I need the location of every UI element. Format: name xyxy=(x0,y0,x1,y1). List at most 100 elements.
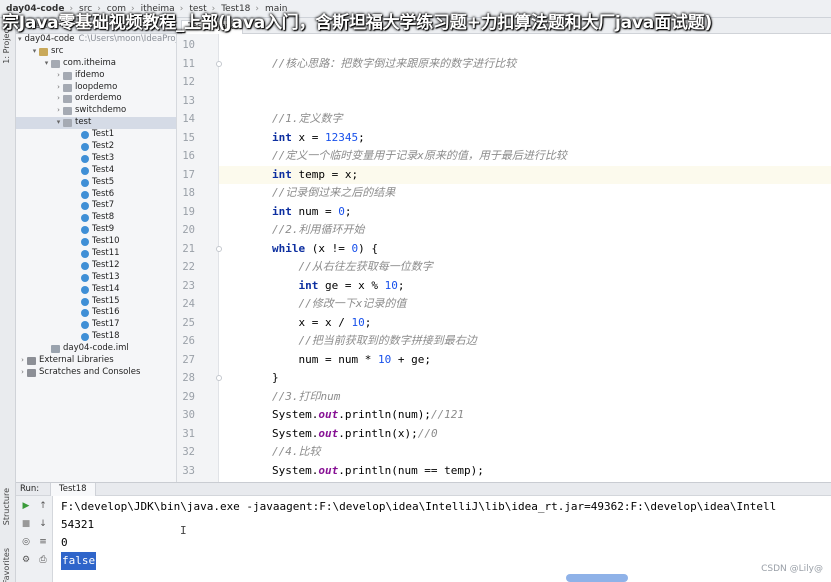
tree-item-label: Test4 xyxy=(92,164,115,175)
tree-item[interactable]: Test1 xyxy=(16,129,176,141)
stop-icon[interactable]: ■ xyxy=(20,518,32,530)
code-line[interactable]: int num = 0; xyxy=(219,203,831,222)
tree-item[interactable]: Test11 xyxy=(16,248,176,260)
tree-item[interactable]: Test9 xyxy=(16,224,176,236)
code-line[interactable]: System.out.println(num == temp); xyxy=(219,462,831,481)
tree-item[interactable]: Test3 xyxy=(16,153,176,165)
fold-marker-icon[interactable] xyxy=(216,245,222,252)
code-token: .println(num == temp); xyxy=(338,463,484,477)
code-token: System. xyxy=(219,408,319,421)
tree-item[interactable]: › External Libraries xyxy=(16,355,176,367)
java-class-icon xyxy=(81,297,89,306)
libraries-icon xyxy=(27,356,36,365)
tree-item[interactable]: Test7 xyxy=(16,200,176,212)
tree-item[interactable]: Test18 xyxy=(16,331,176,343)
code-line[interactable]: //修改一下x记录的值 xyxy=(219,295,831,314)
code-line[interactable]: //核心思路：把数字倒过来跟原来的数字进行比较 xyxy=(219,55,831,74)
soft-wrap-icon[interactable]: ≡ xyxy=(37,536,49,548)
java-class-icon xyxy=(81,190,89,199)
code-line[interactable]: int ge = x % 10; xyxy=(219,277,831,296)
tree-item[interactable]: › loopdemo xyxy=(16,82,176,94)
code-token: System. xyxy=(219,463,319,477)
camera-icon[interactable]: ◎ xyxy=(20,536,32,548)
tree-item[interactable]: Test17 xyxy=(16,319,176,331)
fold-marker-icon[interactable] xyxy=(216,375,222,381)
tree-item[interactable]: ▾ com.itheima xyxy=(16,58,176,70)
code-line[interactable]: //从右往左获取每一位数字 xyxy=(219,258,831,277)
code-line[interactable]: //定义一个临时变量用于记录x原来的值，用于最后进行比较 xyxy=(219,147,831,166)
code-line[interactable]: //4.比较 xyxy=(219,443,831,462)
tree-item-label: Test15 xyxy=(92,295,120,306)
print-icon[interactable]: ⎙ xyxy=(37,554,49,566)
project-panel: Project ▾ day04-code C:\Users\moon\IdeaPro… xyxy=(16,18,177,482)
tree-item[interactable]: Test15 xyxy=(16,296,176,308)
settings-icon[interactable]: ⚙ xyxy=(20,554,32,566)
package-icon xyxy=(63,107,72,116)
tree-item-label: Test14 xyxy=(92,283,120,294)
code-line[interactable]: //3.打印num xyxy=(219,388,831,407)
arrow-down-icon[interactable]: ↓ xyxy=(37,518,49,530)
tree-item[interactable]: Test14 xyxy=(16,284,176,296)
run-icon[interactable]: ▶ xyxy=(20,500,32,512)
favorites-tool-label[interactable]: Favorites xyxy=(2,548,11,582)
code-line[interactable]: //2.利用循环开始 xyxy=(219,221,831,240)
code-line[interactable]: System.out.println(x);//0 xyxy=(219,425,831,444)
line-number: 26 xyxy=(182,335,195,347)
java-class-icon xyxy=(81,166,89,175)
tree-item[interactable]: Test10 xyxy=(16,236,176,248)
code-line[interactable]: System.out.println(num);//121 xyxy=(219,406,831,425)
tree-item[interactable]: › Scratches and Consoles xyxy=(16,367,176,379)
run-console[interactable]: F:\develop\JDK\bin\java.exe -javaagent:F… xyxy=(53,496,831,582)
tree-item[interactable]: ▾ test xyxy=(16,117,176,130)
console-scrollbar[interactable] xyxy=(566,574,628,582)
tree-item[interactable]: Test8 xyxy=(16,212,176,224)
iml-file-icon xyxy=(51,345,60,354)
tree-item[interactable]: day04-code.iml xyxy=(16,343,176,355)
fold-marker-icon[interactable] xyxy=(216,60,222,67)
tree-item[interactable]: Test5 xyxy=(16,177,176,189)
tree-item[interactable]: › ifdemo xyxy=(16,70,176,82)
tree-item[interactable]: ▾ src xyxy=(16,46,176,58)
console-selected-output[interactable]: false xyxy=(61,552,97,570)
structure-tool-label[interactable]: Structure xyxy=(2,488,11,525)
tree-item[interactable]: Test16 xyxy=(16,307,176,319)
code-line[interactable]: num = num * 10 + ge; xyxy=(219,351,831,370)
scratches-icon xyxy=(27,368,36,377)
code-line[interactable]: x = x / 10; xyxy=(219,314,831,333)
code-line[interactable]: //记录倒过来之后的结果 xyxy=(219,184,831,203)
code-token: int xyxy=(271,130,292,144)
tree-item-label: Scratches and Consoles xyxy=(39,366,141,377)
tree-item[interactable]: Test12 xyxy=(16,260,176,272)
java-class-icon xyxy=(81,261,89,270)
code-line[interactable] xyxy=(219,73,831,92)
code-line[interactable]: } xyxy=(219,369,831,388)
run-tab-test18[interactable]: Test18 xyxy=(50,483,96,496)
code-line[interactable]: //把当前获取到的数字拼接到最右边 xyxy=(219,332,831,351)
code-line[interactable]: while (x != 0) { xyxy=(219,240,831,259)
code-line[interactable]: int x = 12345; xyxy=(219,129,831,148)
tree-item-label: External Libraries xyxy=(39,355,114,366)
tree-item[interactable]: Test13 xyxy=(16,272,176,284)
code-token: 10 xyxy=(377,352,392,366)
code-token: num = num * xyxy=(219,352,378,366)
tree-item[interactable]: Test2 xyxy=(16,141,176,153)
package-icon xyxy=(63,83,72,92)
code-line[interactable]: //1.定义数字 xyxy=(219,110,831,129)
tree-item[interactable]: Test6 xyxy=(16,189,176,201)
arrow-up-icon[interactable]: ↑ xyxy=(37,500,49,512)
tree-item[interactable]: › switchdemo xyxy=(16,105,176,117)
line-number: 29 xyxy=(182,390,195,403)
code-token: ) { xyxy=(358,241,378,255)
code-line[interactable]: int temp = x; xyxy=(219,165,831,184)
tree-item[interactable]: › orderdemo xyxy=(16,93,176,105)
code-token: 10 xyxy=(351,315,365,329)
code-token: ; xyxy=(364,315,372,329)
line-number: 13 xyxy=(182,94,195,107)
chevron-icon: › xyxy=(57,70,60,79)
line-number: 31 xyxy=(182,427,195,440)
tree-item[interactable]: Test4 xyxy=(16,165,176,177)
code-line[interactable] xyxy=(219,92,831,111)
